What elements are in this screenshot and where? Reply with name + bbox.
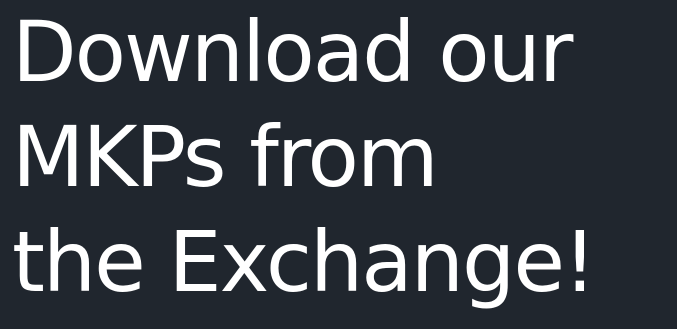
headline-line-2: MKPs from <box>12 108 439 206</box>
headline-line-3: the Exchange! <box>12 213 597 311</box>
promo-headline: Download our MKPs from the Exchange! <box>12 0 597 315</box>
headline-line-1: Download our <box>12 3 573 101</box>
promo-panel: Download our MKPs from the Exchange! <box>0 0 677 329</box>
